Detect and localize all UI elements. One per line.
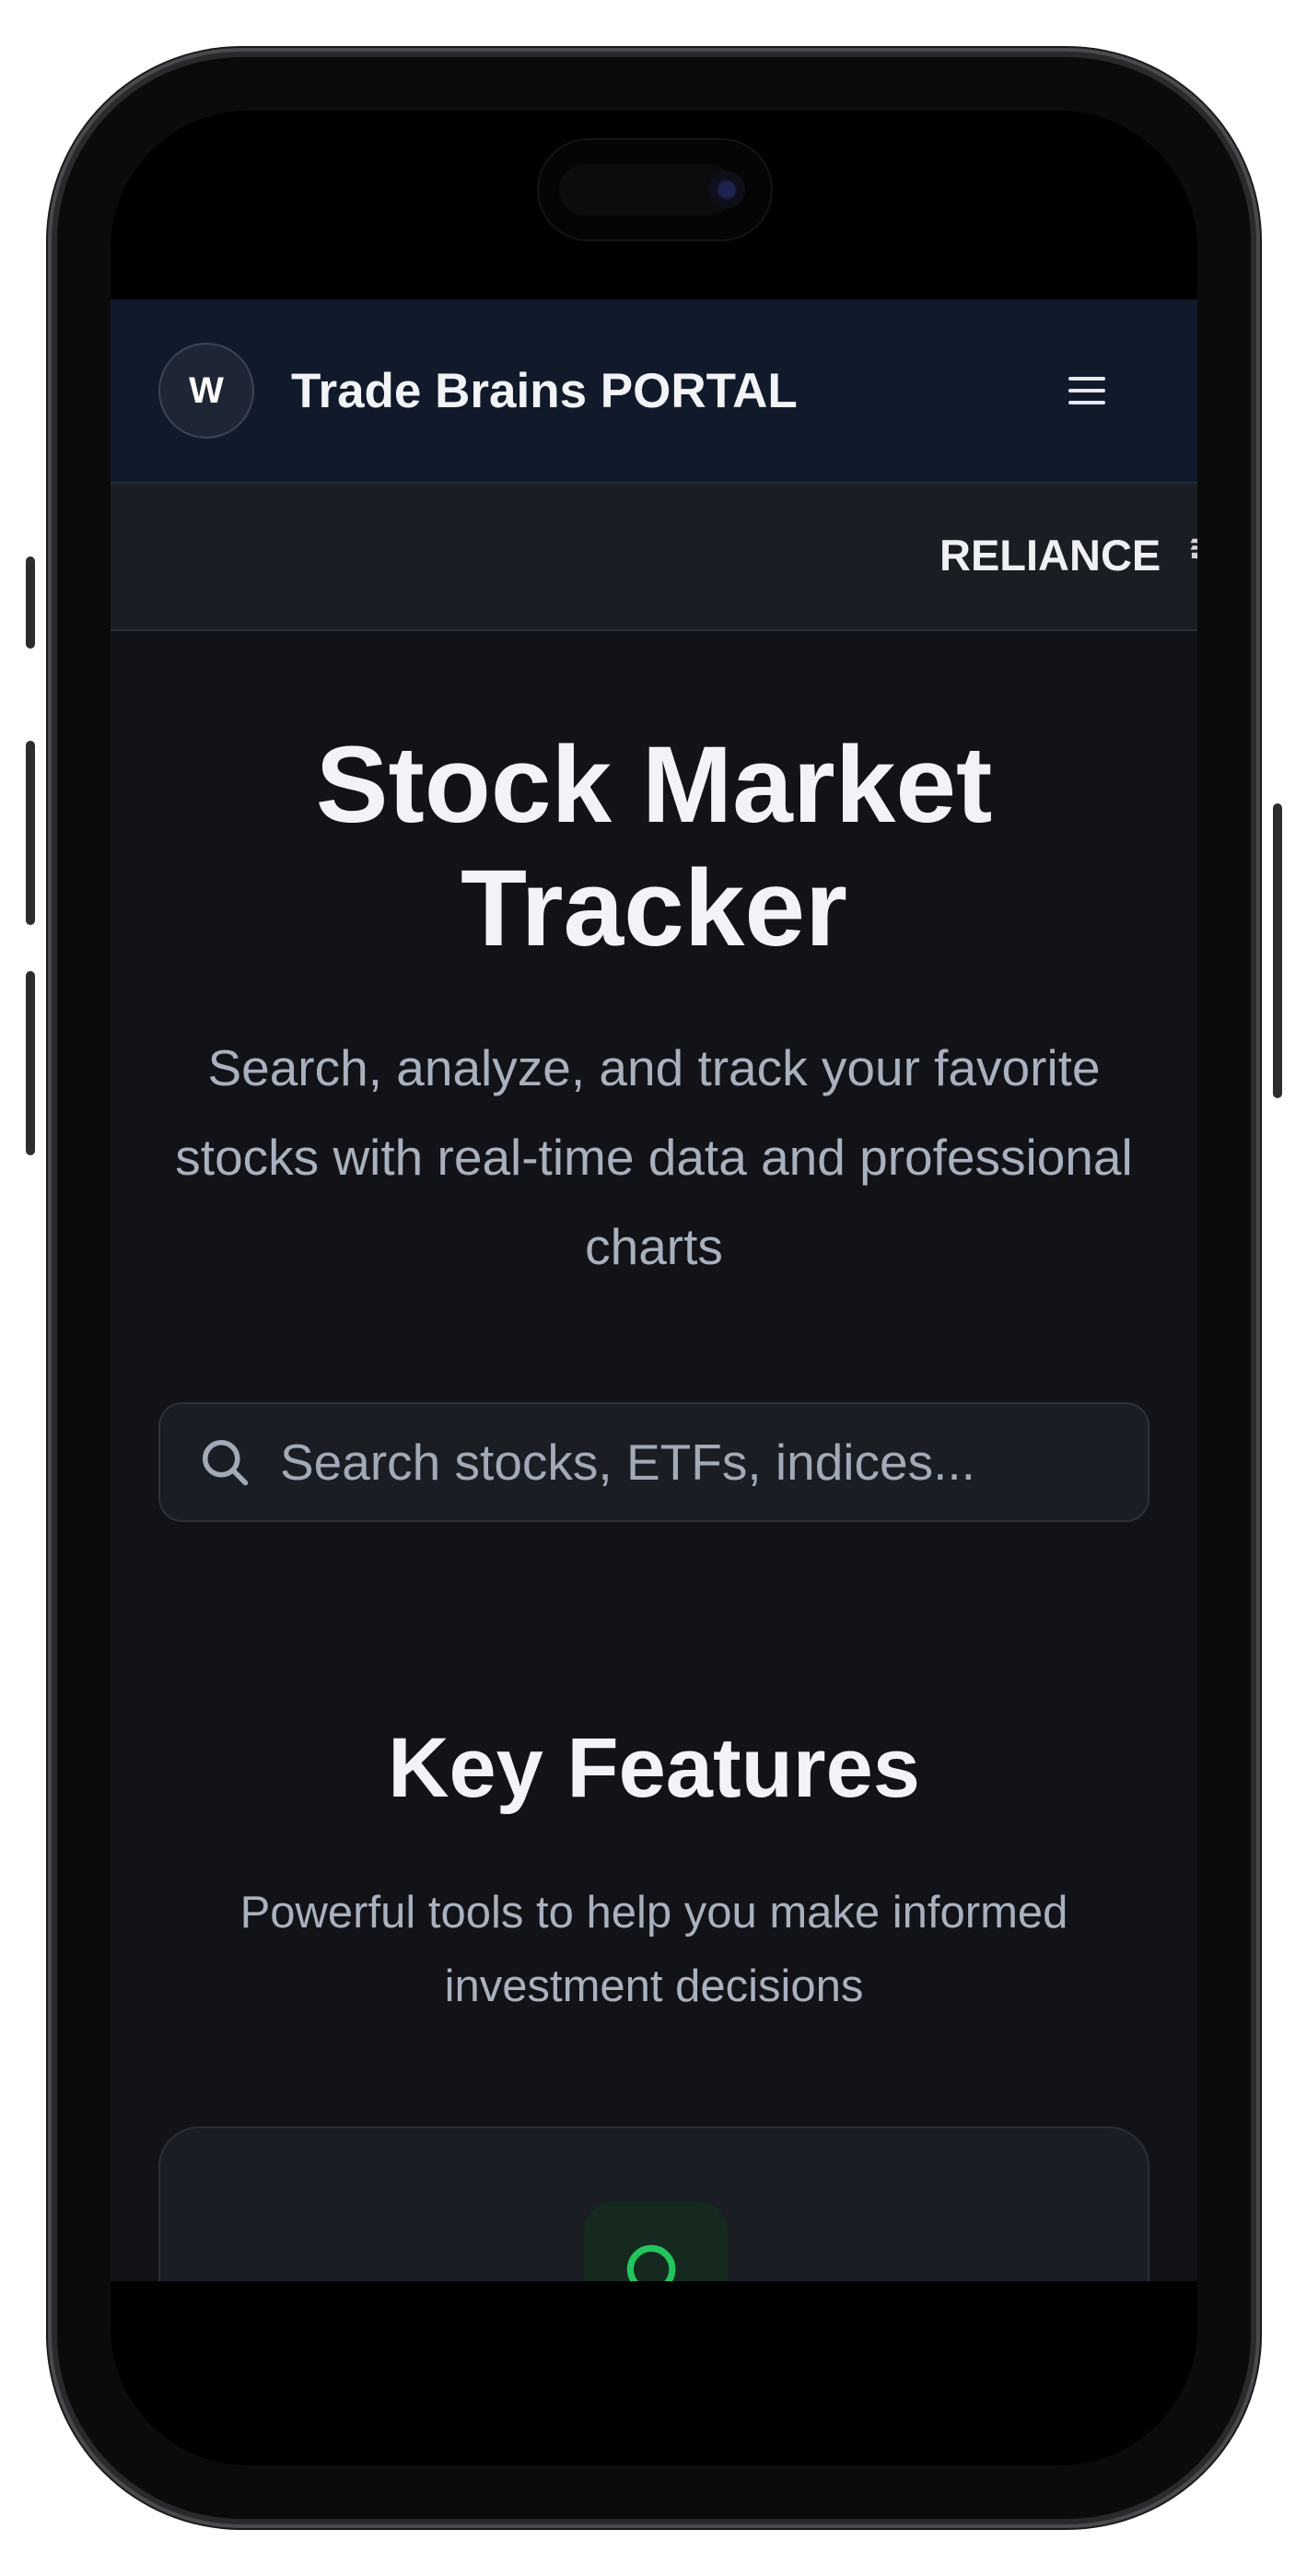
top-navbar: W Trade Brains PORTAL [111,299,1197,484]
hero-subtitle: Search, analyze, and track your favorite… [175,1039,1133,1275]
brand-title[interactable]: Trade Brains PORTAL [291,363,1059,419]
search-icon [197,1434,252,1490]
menu-line [1068,401,1105,404]
ticker-symbol: RELIANCE [939,531,1161,580]
feature-search-icon [584,2202,728,2281]
features-section: Key Features Powerful tools to help you … [111,1522,1197,2281]
ticker-item[interactable]: RELIANCE ₹ [939,530,1197,581]
volume-down-button [26,971,35,1155]
menu-line [1068,377,1105,381]
front-camera [708,171,745,208]
search-bar[interactable] [158,1402,1149,1522]
feature-card[interactable] [158,2126,1149,2281]
hero-section: Stock Market Tracker Search, analyze, an… [111,631,1197,1522]
logo-avatar[interactable]: W [158,343,254,439]
menu-line [1068,389,1105,392]
phone-frame: W Trade Brains PORTAL RELIANCE ₹ Stock Ma… [26,57,1282,2519]
volume-up-button [26,741,35,925]
dynamic-island [537,138,773,241]
features-subtitle: Powerful tools to help you make informed… [239,1888,1068,2011]
web-app: W Trade Brains PORTAL RELIANCE ₹ Stock Ma… [111,299,1197,2281]
action-button [26,556,35,649]
power-button [1273,803,1282,1098]
search-input[interactable] [278,1432,1148,1493]
features-title: Key Features [388,1721,920,1815]
page-title: Stock Market Tracker [315,724,993,969]
phone-screen: W Trade Brains PORTAL RELIANCE ₹ Stock Ma… [111,111,1197,2465]
hamburger-menu-icon[interactable] [1059,363,1114,418]
ticker-price: ₹ [1188,531,1197,580]
stock-ticker-bar: RELIANCE ₹ [111,484,1197,631]
